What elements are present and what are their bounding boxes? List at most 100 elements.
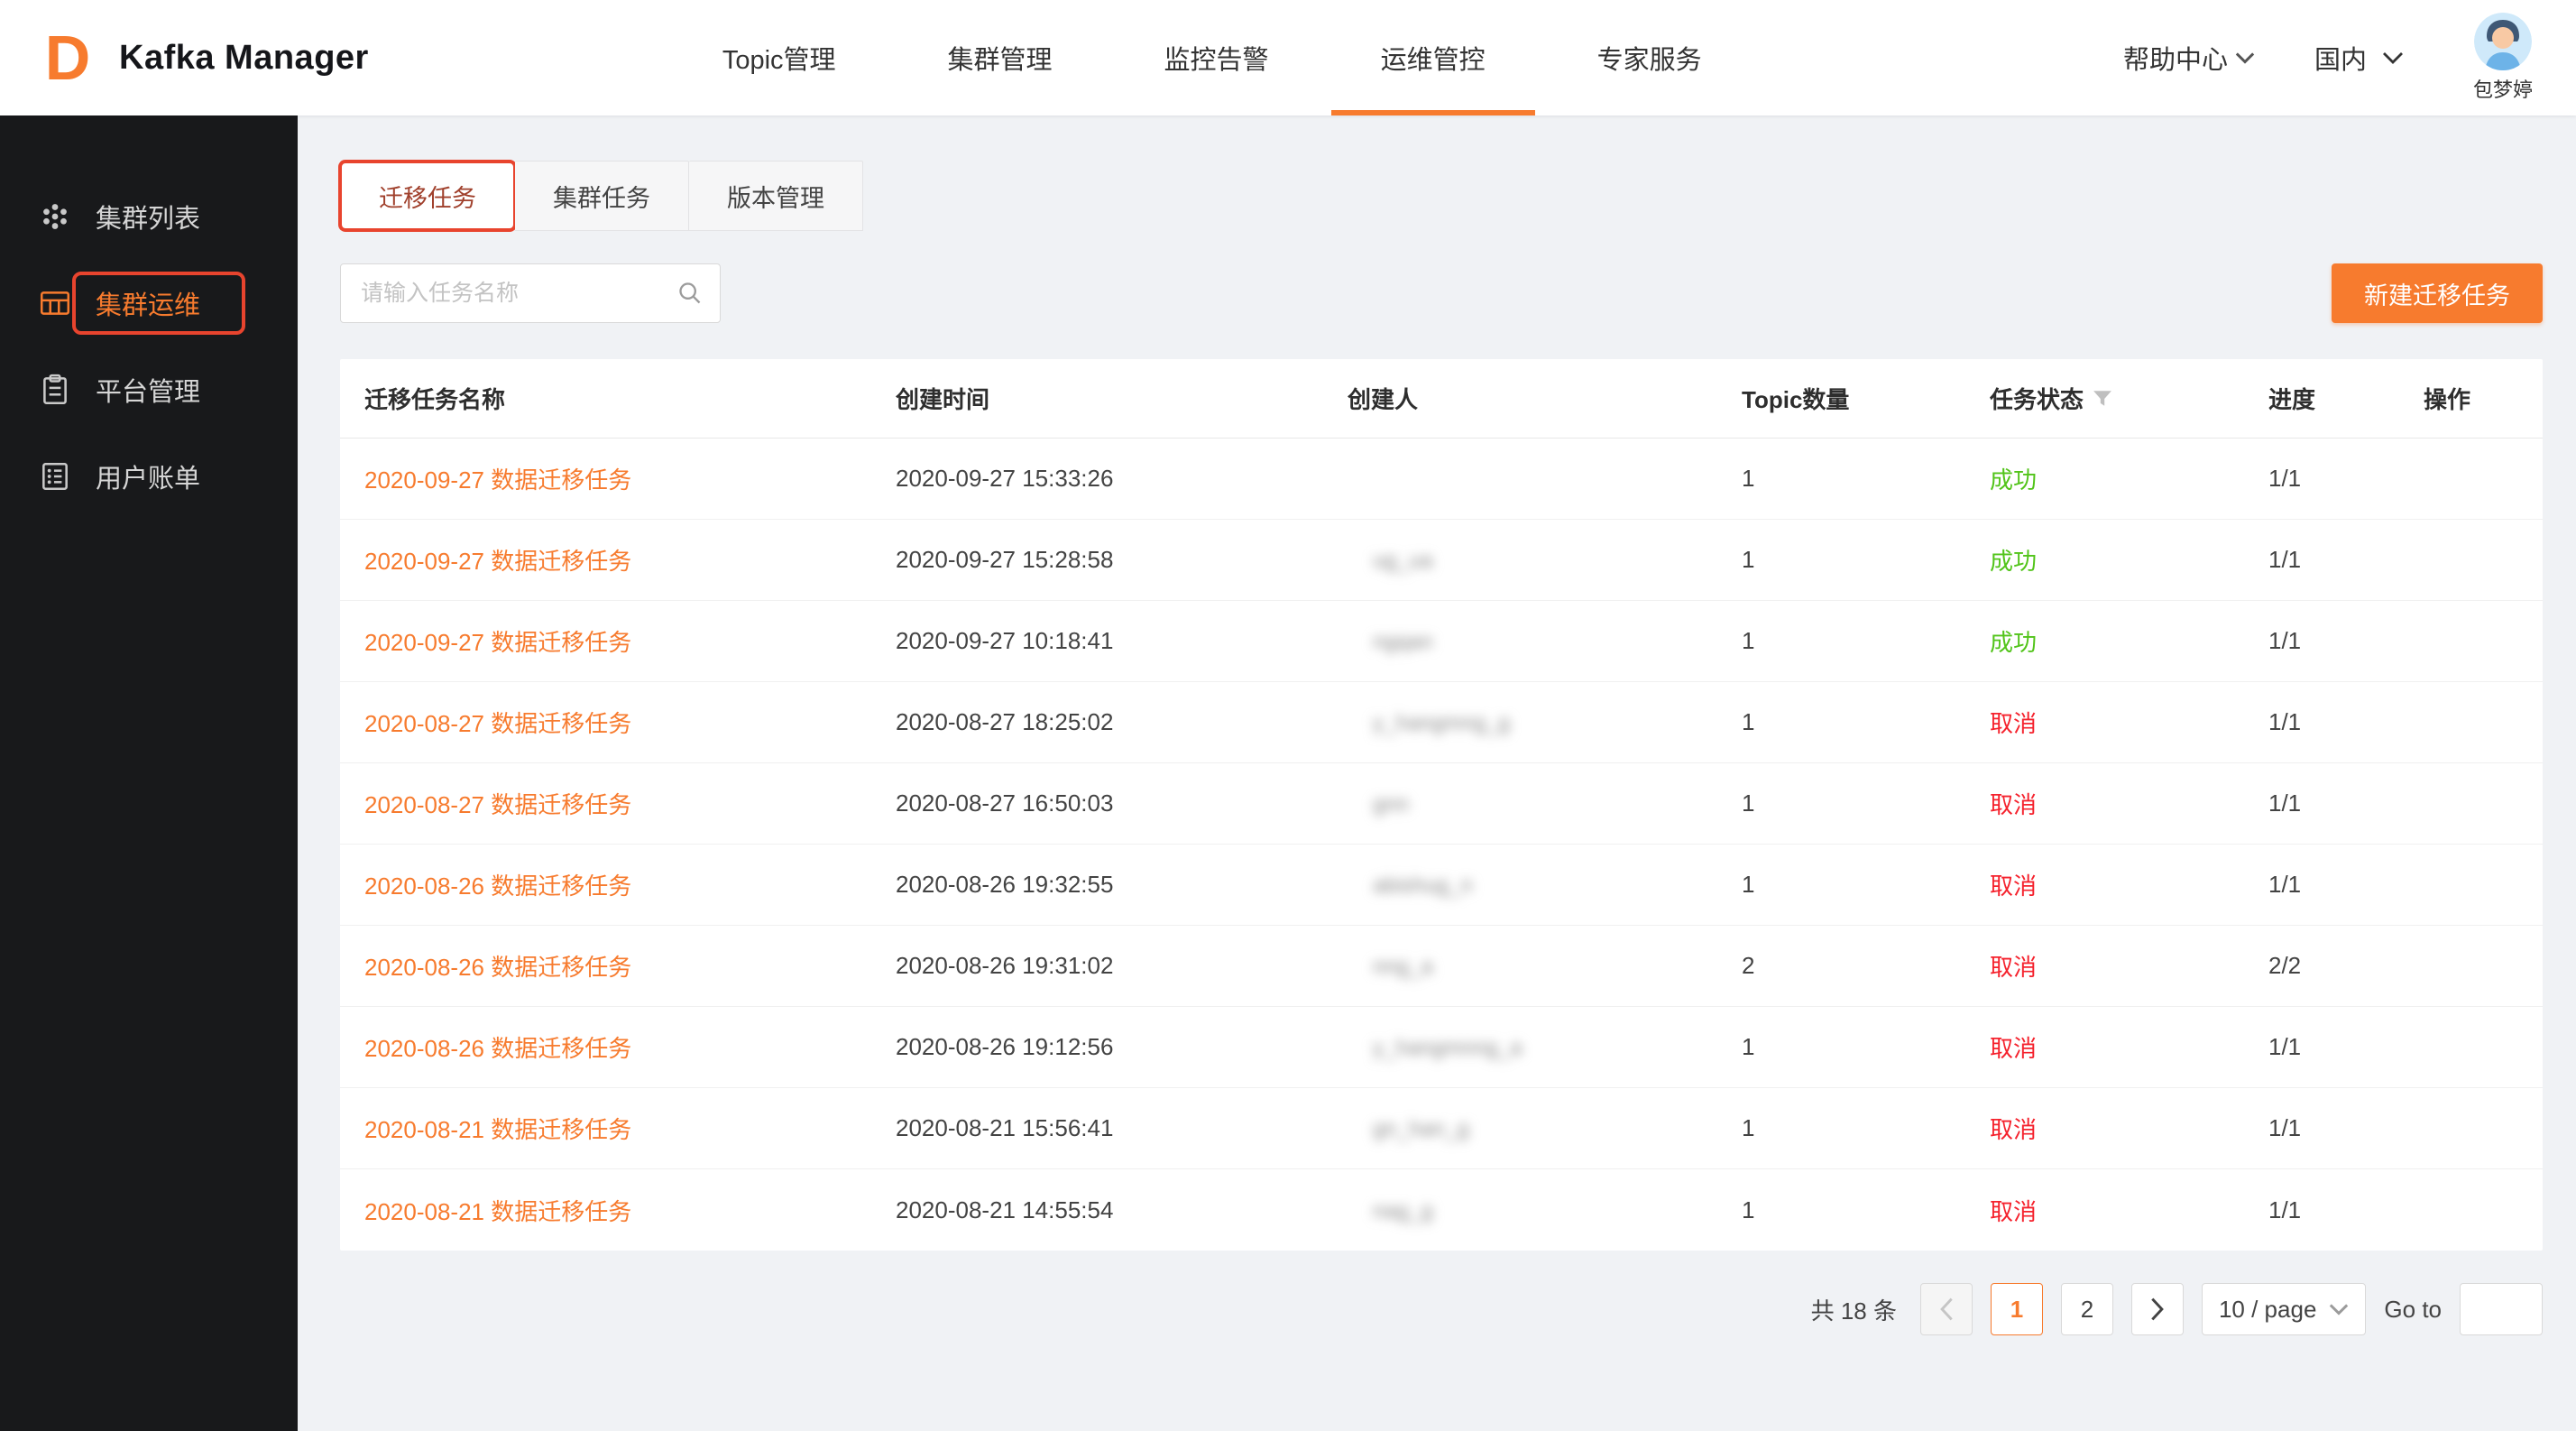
- topic-count-cell: 1: [1742, 708, 1990, 736]
- status-badge: 取消: [1990, 1035, 2037, 1062]
- column-created-time: 创建时间: [896, 382, 1348, 415]
- column-actions: 操作: [2424, 382, 2543, 415]
- chevron-down-icon: [2235, 51, 2255, 64]
- region-label: 国内: [2314, 39, 2367, 77]
- task-name-cell: 2020-09-27 数据迁移任务: [364, 624, 896, 658]
- nav-label: 运维管控: [1381, 39, 1486, 77]
- page-button-2[interactable]: 2: [2061, 1283, 2113, 1335]
- task-name-link[interactable]: 2020-08-21 数据迁移任务: [364, 1198, 631, 1225]
- user-billing-icon: [38, 459, 72, 494]
- task-name-link[interactable]: 2020-09-27 数据迁移任务: [364, 466, 631, 494]
- search-input[interactable]: [340, 263, 721, 323]
- main-content: 迁移任务 集群任务 版本管理 新建迁移任务 迁移任务名称 创建时间 创建人: [298, 115, 2576, 1431]
- nav-expert-service[interactable]: 专家服务: [1541, 0, 1758, 115]
- app-logo-icon: D: [25, 15, 110, 100]
- status-badge: 取消: [1990, 954, 2037, 981]
- topic-count-cell: 1: [1742, 789, 1990, 817]
- table-row: 2020-09-27 数据迁移任务2020-09-27 10:18:41ngqa…: [340, 601, 2543, 682]
- user-block[interactable]: 包梦婷: [2473, 13, 2533, 103]
- avatar[interactable]: [2474, 13, 2532, 70]
- created-time-cell: 2020-08-26 19:31:02: [896, 952, 1348, 980]
- help-center-menu[interactable]: 帮助中心: [2123, 39, 2255, 77]
- filter-icon[interactable]: [2093, 389, 2112, 409]
- region-menu[interactable]: 国内: [2314, 39, 2405, 77]
- sidebar-item-label: 集群运维: [96, 284, 200, 322]
- created-time-cell: 2020-08-27 16:50:03: [896, 789, 1348, 817]
- progress-cell: 1/1: [2268, 1114, 2424, 1142]
- nav-cluster-management[interactable]: 集群管理: [892, 0, 1109, 115]
- status-badge: 成功: [1990, 466, 2037, 494]
- creator-redacted: y_hangmng_g: [1373, 711, 1510, 735]
- sidebar-item-cluster-list[interactable]: 集群列表: [0, 173, 298, 260]
- status-cell: 取消: [1990, 949, 2268, 983]
- creator-redacted: ngqan: [1373, 630, 1433, 654]
- topic-count-cell: 1: [1742, 465, 1990, 493]
- progress-cell: 1/1: [2268, 708, 2424, 736]
- task-name-link[interactable]: 2020-09-27 数据迁移任务: [364, 548, 631, 575]
- nav-monitoring-alerts[interactable]: 监控告警: [1109, 0, 1325, 115]
- search-icon[interactable]: [677, 281, 703, 306]
- creator-redacted: gn_han_g: [1373, 1117, 1469, 1141]
- task-name-cell: 2020-08-26 数据迁移任务: [364, 868, 896, 901]
- progress-cell: 1/1: [2268, 465, 2424, 493]
- task-name-link[interactable]: 2020-08-27 数据迁移任务: [364, 710, 631, 737]
- topic-count-cell: 2: [1742, 952, 1990, 980]
- status-cell: 成功: [1990, 543, 2268, 577]
- help-center-label: 帮助中心: [2123, 39, 2228, 77]
- table-row: 2020-09-27 数据迁移任务 2020-09-27 15:33:26 1成功 1…: [340, 439, 2543, 520]
- table-row: 2020-08-21 数据迁移任务2020-08-21 14:55:54nag_…: [340, 1169, 2543, 1251]
- status-badge: 取消: [1990, 872, 2037, 900]
- task-name-link[interactable]: 2020-08-21 数据迁移任务: [364, 1116, 631, 1143]
- column-creator: 创建人: [1348, 382, 1742, 415]
- task-name-cell: 2020-08-26 数据迁移任务: [364, 949, 896, 983]
- search-box: [340, 263, 721, 323]
- table-row: 2020-09-27 数据迁移任务2020-09-27 15:28:58ug_u…: [340, 520, 2543, 601]
- sidebar-item-label: 集群列表: [96, 198, 200, 235]
- nav-label: Topic管理: [722, 39, 836, 77]
- next-page-button[interactable]: [2131, 1283, 2184, 1335]
- app-title: Kafka Manager: [119, 39, 369, 78]
- page-button-1[interactable]: 1: [1991, 1283, 2043, 1335]
- status-cell: 取消: [1990, 706, 2268, 739]
- tab-migration-tasks[interactable]: 迁移任务: [340, 161, 515, 231]
- total-count: 共 18 条: [1811, 1293, 1897, 1326]
- status-badge: 取消: [1990, 1116, 2037, 1143]
- tab-bar: 迁移任务 集群任务 版本管理: [340, 161, 2543, 231]
- creator-cell: gn_han_g: [1348, 1114, 1742, 1142]
- goto-label: Go to: [2384, 1296, 2442, 1324]
- goto-page-input[interactable]: [2460, 1283, 2543, 1335]
- cluster-list-icon: [38, 199, 72, 234]
- topic-count-cell: 1: [1742, 1033, 1990, 1061]
- sidebar-item-cluster-ops[interactable]: 集群运维: [0, 260, 298, 346]
- table-row: 2020-08-26 数据迁移任务2020-08-26 19:12:56y_ha…: [340, 1007, 2543, 1088]
- status-cell: 取消: [1990, 1112, 2268, 1145]
- nav-ops-control[interactable]: 运维管控: [1325, 0, 1541, 115]
- task-name-link[interactable]: 2020-08-27 数据迁移任务: [364, 791, 631, 818]
- toolbar: 新建迁移任务: [340, 263, 2543, 323]
- sidebar-item-user-billing[interactable]: 用户账单: [0, 433, 298, 520]
- nav-topic-management[interactable]: Topic管理: [667, 0, 892, 115]
- topic-count-cell: 1: [1742, 627, 1990, 655]
- task-name-cell: 2020-08-21 数据迁移任务: [364, 1194, 896, 1227]
- sidebar: 集群列表 集群运维 平台管理: [0, 115, 298, 1431]
- cluster-ops-icon: [38, 286, 72, 320]
- sidebar-item-platform-admin[interactable]: 平台管理: [0, 346, 298, 433]
- task-name-link[interactable]: 2020-08-26 数据迁移任务: [364, 872, 631, 900]
- task-name-link[interactable]: 2020-09-27 数据迁移任务: [364, 629, 631, 656]
- task-name-link[interactable]: 2020-08-26 数据迁移任务: [364, 954, 631, 981]
- creator-redacted: gnn: [1373, 792, 1409, 817]
- creator-cell: y_hangmnng_a: [1348, 1033, 1742, 1061]
- table-row: 2020-08-26 数据迁移任务2020-08-26 19:32:55abis…: [340, 845, 2543, 926]
- task-name-link[interactable]: 2020-08-26 数据迁移任务: [364, 1035, 631, 1062]
- progress-cell: 1/1: [2268, 627, 2424, 655]
- new-migration-task-button[interactable]: 新建迁移任务: [2332, 263, 2543, 323]
- creator-redacted: nng_a: [1373, 955, 1433, 979]
- page-size-select[interactable]: 10 / page: [2202, 1283, 2366, 1335]
- nav-label: 专家服务: [1597, 39, 1702, 77]
- tab-version-management[interactable]: 版本管理: [689, 161, 863, 231]
- status-cell: 取消: [1990, 1194, 2268, 1227]
- prev-page-button[interactable]: [1920, 1283, 1973, 1335]
- status-cell: 成功: [1990, 624, 2268, 658]
- tab-cluster-tasks[interactable]: 集群任务: [515, 161, 689, 231]
- created-time-cell: 2020-09-27 15:33:26: [896, 465, 1348, 493]
